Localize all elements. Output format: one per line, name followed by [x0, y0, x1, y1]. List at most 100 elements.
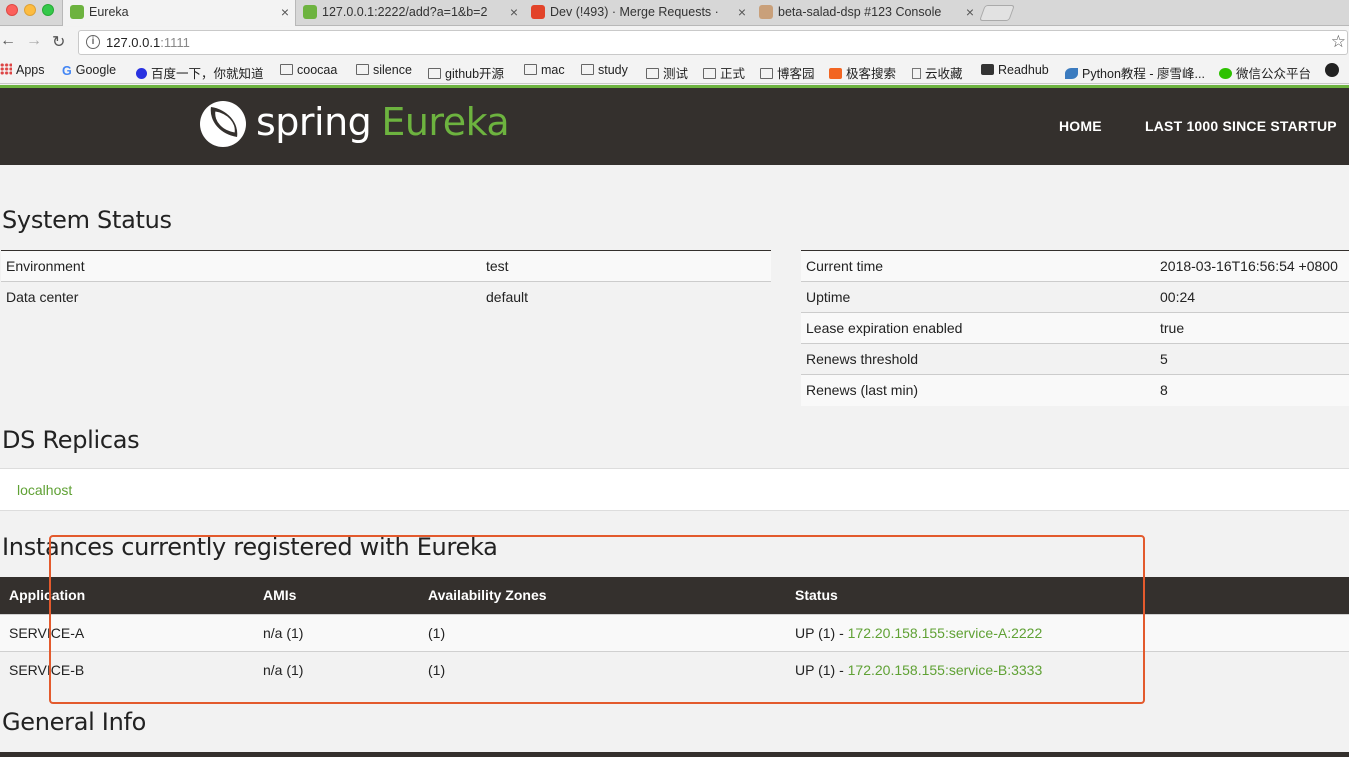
- bookmark-folder-cnblogs[interactable]: 博客园: [760, 63, 815, 82]
- url-bar[interactable]: i 127.0.0.1:1111 ☆: [78, 30, 1348, 55]
- bookmark-label: 极客搜索: [846, 67, 897, 81]
- status-label: Renews (last min): [801, 374, 1155, 406]
- bookmark-label: github开源: [445, 67, 505, 81]
- nav-last-1000-link[interactable]: LAST 1000 SINCE STARTUP: [1145, 118, 1337, 134]
- status-value: 00:24: [1155, 281, 1349, 313]
- bookmark-label: Google: [75, 63, 117, 77]
- nav-home-link[interactable]: HOME: [1059, 118, 1102, 134]
- bookmark-star-icon[interactable]: ☆: [1331, 32, 1346, 52]
- bookmark-label: Readhub: [998, 63, 1049, 77]
- table-row: Renews threshold 5: [801, 343, 1349, 375]
- bookmark-wechat-platform[interactable]: 微信公众平台: [1219, 63, 1311, 82]
- tab-title: Eureka: [89, 5, 129, 19]
- wechat-icon: [1219, 68, 1232, 79]
- spring-leaf-icon: [70, 5, 84, 19]
- table-row: Lease expiration enabled true: [801, 312, 1349, 344]
- reload-icon[interactable]: ↻: [52, 32, 65, 52]
- bookmark-readhub[interactable]: Readhub: [981, 63, 1049, 77]
- system-status-title: System Status: [2, 206, 172, 234]
- tab-jenkins-console[interactable]: beta-salad-dsp #123 Console ×: [752, 0, 980, 26]
- replica-link-localhost[interactable]: localhost: [17, 482, 72, 498]
- bookmark-folder-test[interactable]: 测试: [646, 63, 688, 82]
- bookmark-label: silence: [373, 63, 412, 77]
- bookmark-geek-search[interactable]: 极客搜索: [829, 63, 896, 82]
- bookmark-google[interactable]: G Google: [62, 63, 116, 78]
- bookmark-folder-study[interactable]: study: [581, 63, 628, 77]
- close-tab-icon[interactable]: ×: [966, 0, 974, 24]
- tab-merge-requests[interactable]: Dev (!493) · Merge Requests · ×: [524, 0, 752, 26]
- bookmark-github[interactable]: [1325, 63, 1343, 79]
- info-icon[interactable]: i: [86, 35, 100, 49]
- bookmark-folder-github[interactable]: github开源: [428, 63, 504, 82]
- bookmark-label: 云收藏: [925, 67, 963, 81]
- bookmark-cloud-collect[interactable]: 云收藏: [912, 63, 963, 82]
- general-info-table-header: [0, 752, 1349, 757]
- zoom-window-button[interactable]: [42, 4, 54, 16]
- folder-icon: [356, 64, 369, 75]
- minimize-window-button[interactable]: [24, 4, 36, 16]
- folder-icon: [646, 68, 659, 79]
- bookmark-label: Python教程 - 廖雪峰...: [1082, 67, 1205, 81]
- folder-icon: [760, 68, 773, 79]
- close-tab-icon[interactable]: ×: [281, 0, 289, 24]
- forward-arrow-icon[interactable]: →: [26, 32, 42, 50]
- table-row: Data center default: [1, 281, 771, 313]
- system-status-right-table: Current time 2018-03-16T16:56:54 +0800 U…: [801, 250, 1349, 406]
- general-info-title: General Info: [2, 708, 147, 736]
- browser-tab-bar: Eureka × 127.0.0.1:2222/add?a=1&b=2 × De…: [0, 0, 1349, 26]
- tab-add[interactable]: 127.0.0.1:2222/add?a=1&b=2 ×: [296, 0, 524, 26]
- eureka-navbar: spring Eureka HOME LAST 1000 SINCE STARTU…: [0, 88, 1349, 165]
- system-status-left-table: Environment test Data center default: [1, 250, 771, 313]
- geek-search-icon: [829, 68, 842, 79]
- bookmark-label: coocaa: [297, 63, 338, 77]
- bookmark-folder-silence[interactable]: silence: [356, 63, 412, 77]
- ds-replicas-title: DS Replicas: [2, 426, 140, 454]
- table-row: Environment test: [1, 250, 771, 282]
- bookmark-label: study: [598, 63, 628, 77]
- back-arrow-icon[interactable]: ←: [0, 32, 16, 50]
- spring-logo-icon[interactable]: [200, 101, 246, 147]
- bookmark-label: 博客园: [777, 67, 815, 81]
- bookmark-label: mac: [541, 63, 565, 77]
- folder-icon: [280, 64, 293, 75]
- bookmark-baidu[interactable]: 百度一下，你就知道: [136, 63, 264, 82]
- folder-icon: [581, 64, 594, 75]
- status-value: test: [481, 250, 771, 282]
- tab-eureka[interactable]: Eureka ×: [62, 0, 296, 26]
- url-text[interactable]: 127.0.0.1:1111: [106, 35, 190, 50]
- folder-icon: [703, 68, 716, 79]
- bookmark-folder-prod[interactable]: 正式: [703, 63, 745, 82]
- brand-spring: spring: [256, 100, 372, 144]
- bookmark-folder-mac[interactable]: mac: [524, 63, 565, 77]
- table-row: Current time 2018-03-16T16:56:54 +0800: [801, 250, 1349, 282]
- close-tab-icon[interactable]: ×: [510, 0, 518, 24]
- bookmarks-bar: Apps G Google 百度一下，你就知道 coocaa silence gi…: [0, 59, 1349, 84]
- close-window-button[interactable]: [6, 4, 18, 16]
- baidu-paw-icon: [136, 68, 147, 79]
- status-label: Environment: [1, 250, 481, 282]
- status-value: 8: [1155, 374, 1349, 406]
- apps-grid-icon: [0, 63, 12, 75]
- google-icon: G: [62, 64, 72, 78]
- status-label: Uptime: [801, 281, 1155, 313]
- status-label: Renews threshold: [801, 343, 1155, 375]
- spring-leaf-icon: [303, 5, 317, 19]
- url-host: 127.0.0.1: [106, 35, 161, 50]
- bookmark-apps[interactable]: Apps: [0, 63, 45, 77]
- tab-title: beta-salad-dsp #123 Console: [778, 5, 942, 19]
- status-label: Data center: [1, 281, 481, 313]
- ds-replicas-list: localhost: [0, 468, 1349, 511]
- brand-title[interactable]: spring Eureka: [256, 100, 510, 144]
- close-tab-icon[interactable]: ×: [738, 0, 746, 24]
- table-row: Uptime 00:24: [801, 281, 1349, 313]
- folder-icon: [428, 68, 441, 79]
- tab-title: Dev (!493) · Merge Requests ·: [550, 5, 718, 19]
- rocket-icon: [1065, 68, 1078, 79]
- status-value: true: [1155, 312, 1349, 344]
- status-value: default: [481, 281, 771, 313]
- brand-eureka: Eureka: [381, 100, 510, 144]
- bookmark-folder-coocaa[interactable]: coocaa: [280, 63, 337, 77]
- bookmark-python-tutorial[interactable]: Python教程 - 廖雪峰...: [1065, 63, 1205, 82]
- readhub-icon: [981, 64, 994, 75]
- new-tab-button[interactable]: [979, 5, 1015, 21]
